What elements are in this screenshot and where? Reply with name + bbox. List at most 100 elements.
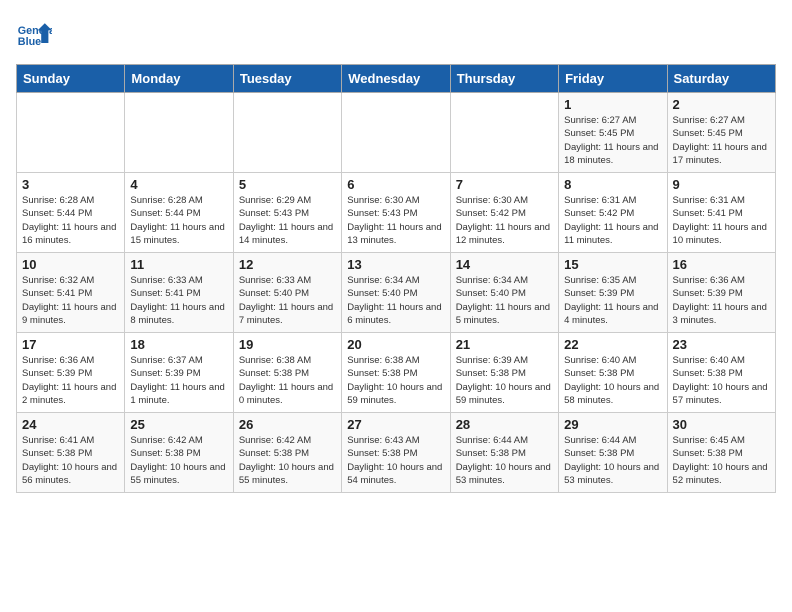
day-info: Sunrise: 6:30 AM Sunset: 5:42 PM Dayligh… (456, 194, 553, 247)
col-header-friday: Friday (559, 65, 667, 93)
day-number: 24 (22, 417, 119, 432)
day-info: Sunrise: 6:29 AM Sunset: 5:43 PM Dayligh… (239, 194, 336, 247)
day-info: Sunrise: 6:39 AM Sunset: 5:38 PM Dayligh… (456, 354, 553, 407)
day-info: Sunrise: 6:42 AM Sunset: 5:38 PM Dayligh… (239, 434, 336, 487)
calendar-cell: 11 Sunrise: 6:33 AM Sunset: 5:41 PM Dayli… (125, 253, 233, 333)
calendar-cell: 28 Sunrise: 6:44 AM Sunset: 5:38 PM Dayli… (450, 413, 558, 493)
calendar-cell: 22Sunrise: 6:40 AM Sunset: 5:38 PM Dayli… (559, 333, 667, 413)
day-info: Sunrise: 6:44 AM Sunset: 5:38 PM Dayligh… (564, 434, 661, 487)
day-number: 15 (564, 257, 661, 272)
week-row-3: 17 Sunrise: 6:36 AM Sunset: 5:39 PM Dayli… (17, 333, 776, 413)
calendar-cell (342, 93, 450, 173)
calendar-cell: 30Sunrise: 6:45 AM Sunset: 5:38 PM Dayli… (667, 413, 775, 493)
calendar-cell: 27Sunrise: 6:43 AM Sunset: 5:38 PM Dayli… (342, 413, 450, 493)
day-number: 10 (22, 257, 119, 272)
calendar-cell (125, 93, 233, 173)
day-info: Sunrise: 6:33 AM Sunset: 5:41 PM Dayligh… (130, 274, 227, 327)
day-number: 1 (564, 97, 661, 112)
day-info: Sunrise: 6:34 AM Sunset: 5:40 PM Dayligh… (347, 274, 444, 327)
day-info: Sunrise: 6:42 AM Sunset: 5:38 PM Dayligh… (130, 434, 227, 487)
day-number: 13 (347, 257, 444, 272)
day-number: 9 (673, 177, 770, 192)
day-number: 26 (239, 417, 336, 432)
day-number: 29 (564, 417, 661, 432)
calendar-cell: 3 Sunrise: 6:28 AM Sunset: 5:44 PM Daylig… (17, 173, 125, 253)
day-info: Sunrise: 6:33 AM Sunset: 5:40 PM Dayligh… (239, 274, 336, 327)
day-info: Sunrise: 6:41 AM Sunset: 5:38 PM Dayligh… (22, 434, 119, 487)
day-number: 7 (456, 177, 553, 192)
calendar-cell: 10 Sunrise: 6:32 AM Sunset: 5:41 PM Dayli… (17, 253, 125, 333)
calendar-cell: 18Sunrise: 6:37 AM Sunset: 5:39 PM Dayli… (125, 333, 233, 413)
day-info: Sunrise: 6:45 AM Sunset: 5:38 PM Dayligh… (673, 434, 770, 487)
calendar-cell (17, 93, 125, 173)
day-info: Sunrise: 6:37 AM Sunset: 5:39 PM Dayligh… (130, 354, 227, 407)
day-info: Sunrise: 6:38 AM Sunset: 5:38 PM Dayligh… (347, 354, 444, 407)
calendar-cell: 19 Sunrise: 6:38 AM Sunset: 5:38 PM Dayli… (233, 333, 341, 413)
day-number: 25 (130, 417, 227, 432)
day-info: Sunrise: 6:31 AM Sunset: 5:41 PM Dayligh… (673, 194, 770, 247)
svg-text:Blue: Blue (18, 36, 41, 48)
day-info: Sunrise: 6:27 AM Sunset: 5:45 PM Dayligh… (673, 114, 770, 167)
day-number: 19 (239, 337, 336, 352)
page-header: General Blue (16, 16, 776, 52)
col-header-thursday: Thursday (450, 65, 558, 93)
calendar-cell: 5 Sunrise: 6:29 AM Sunset: 5:43 PM Daylig… (233, 173, 341, 253)
day-number: 21 (456, 337, 553, 352)
col-header-sunday: Sunday (17, 65, 125, 93)
calendar-cell: 7 Sunrise: 6:30 AM Sunset: 5:42 PM Daylig… (450, 173, 558, 253)
calendar-cell: 1 Sunrise: 6:27 AM Sunset: 5:45 PM Daylig… (559, 93, 667, 173)
day-info: Sunrise: 6:36 AM Sunset: 5:39 PM Dayligh… (22, 354, 119, 407)
day-info: Sunrise: 6:40 AM Sunset: 5:38 PM Dayligh… (564, 354, 661, 407)
col-header-wednesday: Wednesday (342, 65, 450, 93)
day-number: 4 (130, 177, 227, 192)
calendar-cell: 25 Sunrise: 6:42 AM Sunset: 5:38 PM Dayli… (125, 413, 233, 493)
day-number: 12 (239, 257, 336, 272)
calendar-cell: 14 Sunrise: 6:34 AM Sunset: 5:40 PM Dayli… (450, 253, 558, 333)
day-number: 11 (130, 257, 227, 272)
week-row-2: 10 Sunrise: 6:32 AM Sunset: 5:41 PM Dayli… (17, 253, 776, 333)
day-number: 2 (673, 97, 770, 112)
week-row-0: 1 Sunrise: 6:27 AM Sunset: 5:45 PM Daylig… (17, 93, 776, 173)
calendar-cell: 21 Sunrise: 6:39 AM Sunset: 5:38 PM Dayli… (450, 333, 558, 413)
calendar-cell: 24 Sunrise: 6:41 AM Sunset: 5:38 PM Dayli… (17, 413, 125, 493)
day-number: 23 (673, 337, 770, 352)
calendar-cell (233, 93, 341, 173)
calendar-cell: 4 Sunrise: 6:28 AM Sunset: 5:44 PM Daylig… (125, 173, 233, 253)
day-number: 20 (347, 337, 444, 352)
day-info: Sunrise: 6:32 AM Sunset: 5:41 PM Dayligh… (22, 274, 119, 327)
logo-icon: General Blue (16, 16, 52, 52)
calendar-cell: 9 Sunrise: 6:31 AM Sunset: 5:41 PM Daylig… (667, 173, 775, 253)
calendar-cell: 17 Sunrise: 6:36 AM Sunset: 5:39 PM Dayli… (17, 333, 125, 413)
day-number: 28 (456, 417, 553, 432)
calendar-cell: 8 Sunrise: 6:31 AM Sunset: 5:42 PM Daylig… (559, 173, 667, 253)
logo: General Blue (16, 16, 58, 52)
calendar-cell: 23Sunrise: 6:40 AM Sunset: 5:38 PM Dayli… (667, 333, 775, 413)
col-header-monday: Monday (125, 65, 233, 93)
day-info: Sunrise: 6:34 AM Sunset: 5:40 PM Dayligh… (456, 274, 553, 327)
calendar-cell: 29 Sunrise: 6:44 AM Sunset: 5:38 PM Dayli… (559, 413, 667, 493)
calendar-cell: 6Sunrise: 6:30 AM Sunset: 5:43 PM Daylig… (342, 173, 450, 253)
week-row-1: 3 Sunrise: 6:28 AM Sunset: 5:44 PM Daylig… (17, 173, 776, 253)
day-number: 17 (22, 337, 119, 352)
day-info: Sunrise: 6:44 AM Sunset: 5:38 PM Dayligh… (456, 434, 553, 487)
day-number: 3 (22, 177, 119, 192)
calendar-cell: 16Sunrise: 6:36 AM Sunset: 5:39 PM Dayli… (667, 253, 775, 333)
day-info: Sunrise: 6:27 AM Sunset: 5:45 PM Dayligh… (564, 114, 661, 167)
day-info: Sunrise: 6:30 AM Sunset: 5:43 PM Dayligh… (347, 194, 444, 247)
day-info: Sunrise: 6:43 AM Sunset: 5:38 PM Dayligh… (347, 434, 444, 487)
day-number: 14 (456, 257, 553, 272)
day-info: Sunrise: 6:38 AM Sunset: 5:38 PM Dayligh… (239, 354, 336, 407)
day-number: 8 (564, 177, 661, 192)
calendar-cell: 20 Sunrise: 6:38 AM Sunset: 5:38 PM Dayli… (342, 333, 450, 413)
calendar-cell: 2 Sunrise: 6:27 AM Sunset: 5:45 PM Daylig… (667, 93, 775, 173)
day-info: Sunrise: 6:28 AM Sunset: 5:44 PM Dayligh… (22, 194, 119, 247)
day-info: Sunrise: 6:35 AM Sunset: 5:39 PM Dayligh… (564, 274, 661, 327)
calendar-cell (450, 93, 558, 173)
day-info: Sunrise: 6:28 AM Sunset: 5:44 PM Dayligh… (130, 194, 227, 247)
day-number: 5 (239, 177, 336, 192)
col-header-saturday: Saturday (667, 65, 775, 93)
day-info: Sunrise: 6:31 AM Sunset: 5:42 PM Dayligh… (564, 194, 661, 247)
day-info: Sunrise: 6:36 AM Sunset: 5:39 PM Dayligh… (673, 274, 770, 327)
calendar-table: SundayMondayTuesdayWednesdayThursdayFrid… (16, 64, 776, 493)
week-row-4: 24 Sunrise: 6:41 AM Sunset: 5:38 PM Dayli… (17, 413, 776, 493)
